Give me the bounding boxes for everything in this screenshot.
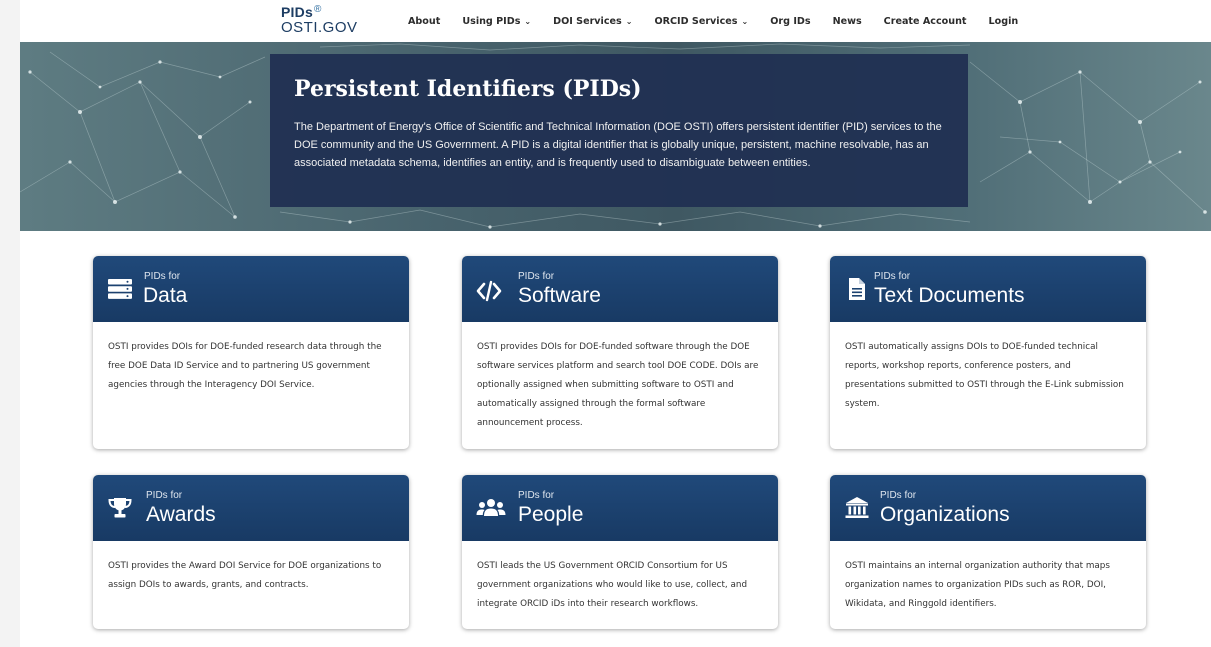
card-header: PIDs for Awards (93, 475, 409, 541)
card-software[interactable]: PIDs for Software OSTI provides DOIs for… (462, 256, 778, 449)
card-description: OSTI automatically assigns DOIs to DOE-f… (845, 342, 1124, 409)
nav-using-pids[interactable]: Using PIDs ⌄ (462, 16, 531, 27)
card-header: PIDs for People (462, 475, 778, 541)
card-header: PIDs for Text Documents (830, 256, 1146, 322)
landmark-icon (845, 497, 869, 518)
card-organizations[interactable]: PIDs for Organizations OSTI maintains an… (830, 475, 1146, 629)
main-nav: About Using PIDs ⌄ DOI Services ⌄ ORCID Se… (408, 0, 1040, 42)
card-description: OSTI maintains an internal organization … (845, 561, 1110, 609)
logo-registered-mark: ® (313, 4, 322, 15)
page-title: Persistent Identifiers (PIDs) (294, 76, 642, 102)
chevron-down-icon: ⌄ (524, 16, 532, 26)
nav-label: About (408, 15, 441, 27)
card-header: PIDs for Software (462, 256, 778, 322)
card-title: Data (143, 284, 188, 307)
nav-login[interactable]: Login (989, 16, 1019, 27)
card-description: OSTI leads the US Government ORCID Conso… (477, 561, 748, 609)
card-subtitle: PIDs for (874, 271, 911, 282)
hero-text-panel: Persistent Identifiers (PIDs) The Depart… (270, 54, 968, 207)
card-subtitle: PIDs for (518, 490, 555, 501)
code-icon (476, 280, 502, 302)
nav-org-ids[interactable]: Org IDs (770, 16, 810, 27)
nav-create-account[interactable]: Create Account (884, 16, 967, 27)
card-subtitle: PIDs for (518, 271, 555, 282)
people-icon (476, 499, 506, 516)
nav-label: Create Account (883, 15, 967, 27)
card-people[interactable]: PIDs for People OSTI leads the US Govern… (462, 475, 778, 629)
card-title: Text Documents (874, 284, 1025, 307)
chevron-down-icon: ⌄ (741, 16, 749, 26)
card-awards[interactable]: PIDs for Awards OSTI provides the Award … (93, 475, 409, 629)
site-logo[interactable]: PIDs® OSTI.GOV (281, 5, 361, 39)
card-subtitle: PIDs for (146, 490, 183, 501)
card-subtitle: PIDs for (144, 271, 181, 282)
nav-label: DOI Services (553, 15, 622, 27)
document-icon (849, 278, 865, 300)
nav-label: News (832, 15, 862, 27)
chevron-down-icon: ⌄ (625, 16, 633, 26)
nav-label: Org IDs (770, 15, 811, 27)
nav-doi-services[interactable]: DOI Services ⌄ (553, 16, 632, 27)
logo-text-pids: PIDs (281, 4, 313, 20)
card-data[interactable]: PIDs for Data OSTI provides DOIs for DOE… (93, 256, 409, 449)
nav-news[interactable]: News (833, 16, 862, 27)
nav-orcid-services[interactable]: ORCID Services ⌄ (654, 16, 748, 27)
nav-about[interactable]: About (408, 16, 440, 27)
card-header: PIDs for Data (93, 256, 409, 322)
card-title: People (518, 503, 584, 526)
nav-label: Login (988, 15, 1019, 27)
card-text-documents[interactable]: PIDs for Text Documents OSTI automatical… (830, 256, 1146, 449)
trophy-icon (108, 498, 132, 518)
hero-description: The Department of Energy's Office of Sci… (294, 121, 942, 169)
card-description: OSTI provides DOIs for DOE-funded softwa… (477, 342, 759, 428)
card-description: OSTI provides the Award DOI Service for … (108, 561, 382, 590)
card-subtitle: PIDs for (880, 490, 917, 501)
card-title: Organizations (880, 503, 1010, 526)
nav-label: ORCID Services (654, 15, 738, 27)
site-header: PIDs® OSTI.GOV About Using PIDs ⌄ DOI Ser… (20, 0, 1211, 42)
page: PIDs® OSTI.GOV About Using PIDs ⌄ DOI Ser… (20, 0, 1211, 647)
nav-label: Using PIDs (462, 15, 521, 27)
card-title: Software (518, 284, 601, 307)
card-description: OSTI provides DOIs for DOE-funded resear… (108, 342, 382, 390)
server-icon (108, 279, 132, 299)
card-title: Awards (146, 503, 216, 526)
logo-text-osti: OSTI.GOV (281, 19, 358, 36)
card-header: PIDs for Organizations (830, 475, 1146, 541)
hero-banner: Persistent Identifiers (PIDs) The Depart… (20, 42, 1211, 231)
